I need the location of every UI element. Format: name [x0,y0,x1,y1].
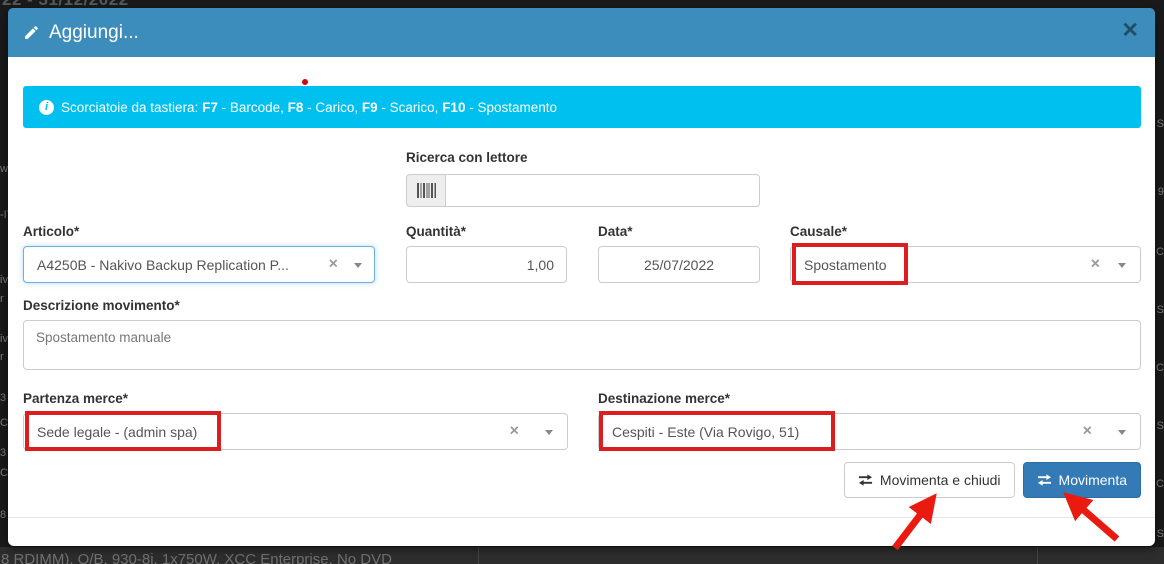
modal-footer [8,517,1155,546]
background-fragment: 3 [0,447,6,459]
background-fragment: iv [0,274,8,286]
causale-chevron-down-icon[interactable] [1118,263,1126,268]
background-fragment: 8 [0,509,6,521]
causale-clear-icon[interactable]: × [1091,255,1100,273]
destinazione-clear-icon[interactable]: × [1083,422,1092,440]
modal-header: Aggiungi... ✕ [8,8,1155,57]
background-fragment: S [1157,118,1164,130]
articolo-label: Articolo* [23,224,79,239]
shortcut-key-f7: F7 [202,100,218,115]
movimenta-label: Movimenta [1059,472,1127,488]
shortcut-text: - Barcode, [218,100,288,115]
shortcut-prefix: Scorciatoie da tastiera: [61,100,202,115]
descrizione-textarea[interactable]: Spostamento manuale [23,320,1141,370]
descrizione-label: Descrizione movimento* [23,298,180,313]
add-movement-modal: Aggiungi... ✕ i Scorciatoie da tastiera:… [8,8,1155,546]
partenza-value: Sede legale - (admin spa) [37,424,197,440]
quantita-input[interactable] [406,246,567,283]
movimenta-e-chiudi-label: Movimenta e chiudi [880,472,1001,488]
table-cell-divider [478,547,479,564]
background-row-text: 8 RDIMM), O/B, 930-8i, 1x750W, XCC Enter… [1,551,392,564]
causale-value: Spostamento [804,257,887,273]
background-fragment: w [0,163,8,175]
data-input[interactable] [598,246,760,283]
articolo-select[interactable]: A4250B - Nakivo Backup Replication P... … [23,246,375,283]
destinazione-label: Destinazione merce* [598,391,730,406]
background-fragment: S [1157,304,1164,316]
shortcut-key-f9: F9 [362,100,378,115]
data-label: Data* [598,224,633,239]
movimenta-e-chiudi-button[interactable]: Movimenta e chiudi [844,462,1015,498]
partenza-clear-icon[interactable]: × [510,422,519,440]
background-fragment: 3 [0,392,6,404]
articolo-value: A4250B - Nakivo Backup Replication P... [37,257,289,273]
quantita-label: Quantità* [406,224,466,239]
causale-select[interactable]: Spostamento × [790,246,1141,283]
table-cell-divider [1037,547,1038,564]
button-row: Movimenta e chiudi Movimenta [844,462,1141,498]
barcode-search-label: Ricerca con lettore [406,150,528,165]
articolo-clear-icon[interactable]: × [329,255,338,273]
partenza-label: Partenza merce* [23,391,128,406]
background-fragment: S [1157,528,1164,540]
background-fragment: C [1156,362,1164,374]
barcode-icon [406,174,445,207]
info-icon: i [39,100,54,115]
barcode-search-group [406,174,760,207]
background-table-row: 8 RDIMM), O/B, 930-8i, 1x750W, XCC Enter… [0,547,1164,564]
background-fragment: C [1156,478,1164,490]
pencil-icon [23,24,40,41]
shortcut-text: - Spostamento [465,100,557,115]
modal-title: Aggiungi... [49,22,139,44]
screen: 22 - 31/12/2022 8 RDIMM), O/B, 930-8i, 1… [0,0,1164,564]
destinazione-value: Cespiti - Este (Via Rovigo, 51) [612,424,799,440]
background-fragment: r [0,293,4,305]
shortcut-info-bar: i Scorciatoie da tastiera: F7 - Barcode,… [23,86,1141,128]
shortcut-text: - Carico, [303,100,362,115]
causale-label: Causale* [790,224,847,239]
background-fragment: S [1157,420,1164,432]
movimenta-button[interactable]: Movimenta [1023,462,1141,498]
background-fragment: C [1156,246,1164,258]
transfer-icon [1037,474,1052,486]
transfer-icon [858,474,873,486]
barcode-search-input[interactable] [445,174,760,207]
partenza-chevron-down-icon[interactable] [545,430,553,435]
partenza-select[interactable]: Sede legale - (admin spa) × [23,413,568,450]
background-fragment: 9 [1158,186,1164,198]
destinazione-select[interactable]: Cespiti - Este (Via Rovigo, 51) × [598,413,1141,450]
background-fragment: r [0,351,4,363]
shortcut-key-f8: F8 [288,100,304,115]
close-button[interactable]: ✕ [1121,20,1139,41]
red-dot-marker [302,79,308,85]
shortcut-text: - Scarico, [378,100,443,115]
articolo-chevron-down-icon[interactable] [354,263,362,268]
shortcut-key-f10: F10 [442,100,465,115]
background-fragment: iv [0,333,8,345]
destinazione-chevron-down-icon[interactable] [1118,430,1126,435]
